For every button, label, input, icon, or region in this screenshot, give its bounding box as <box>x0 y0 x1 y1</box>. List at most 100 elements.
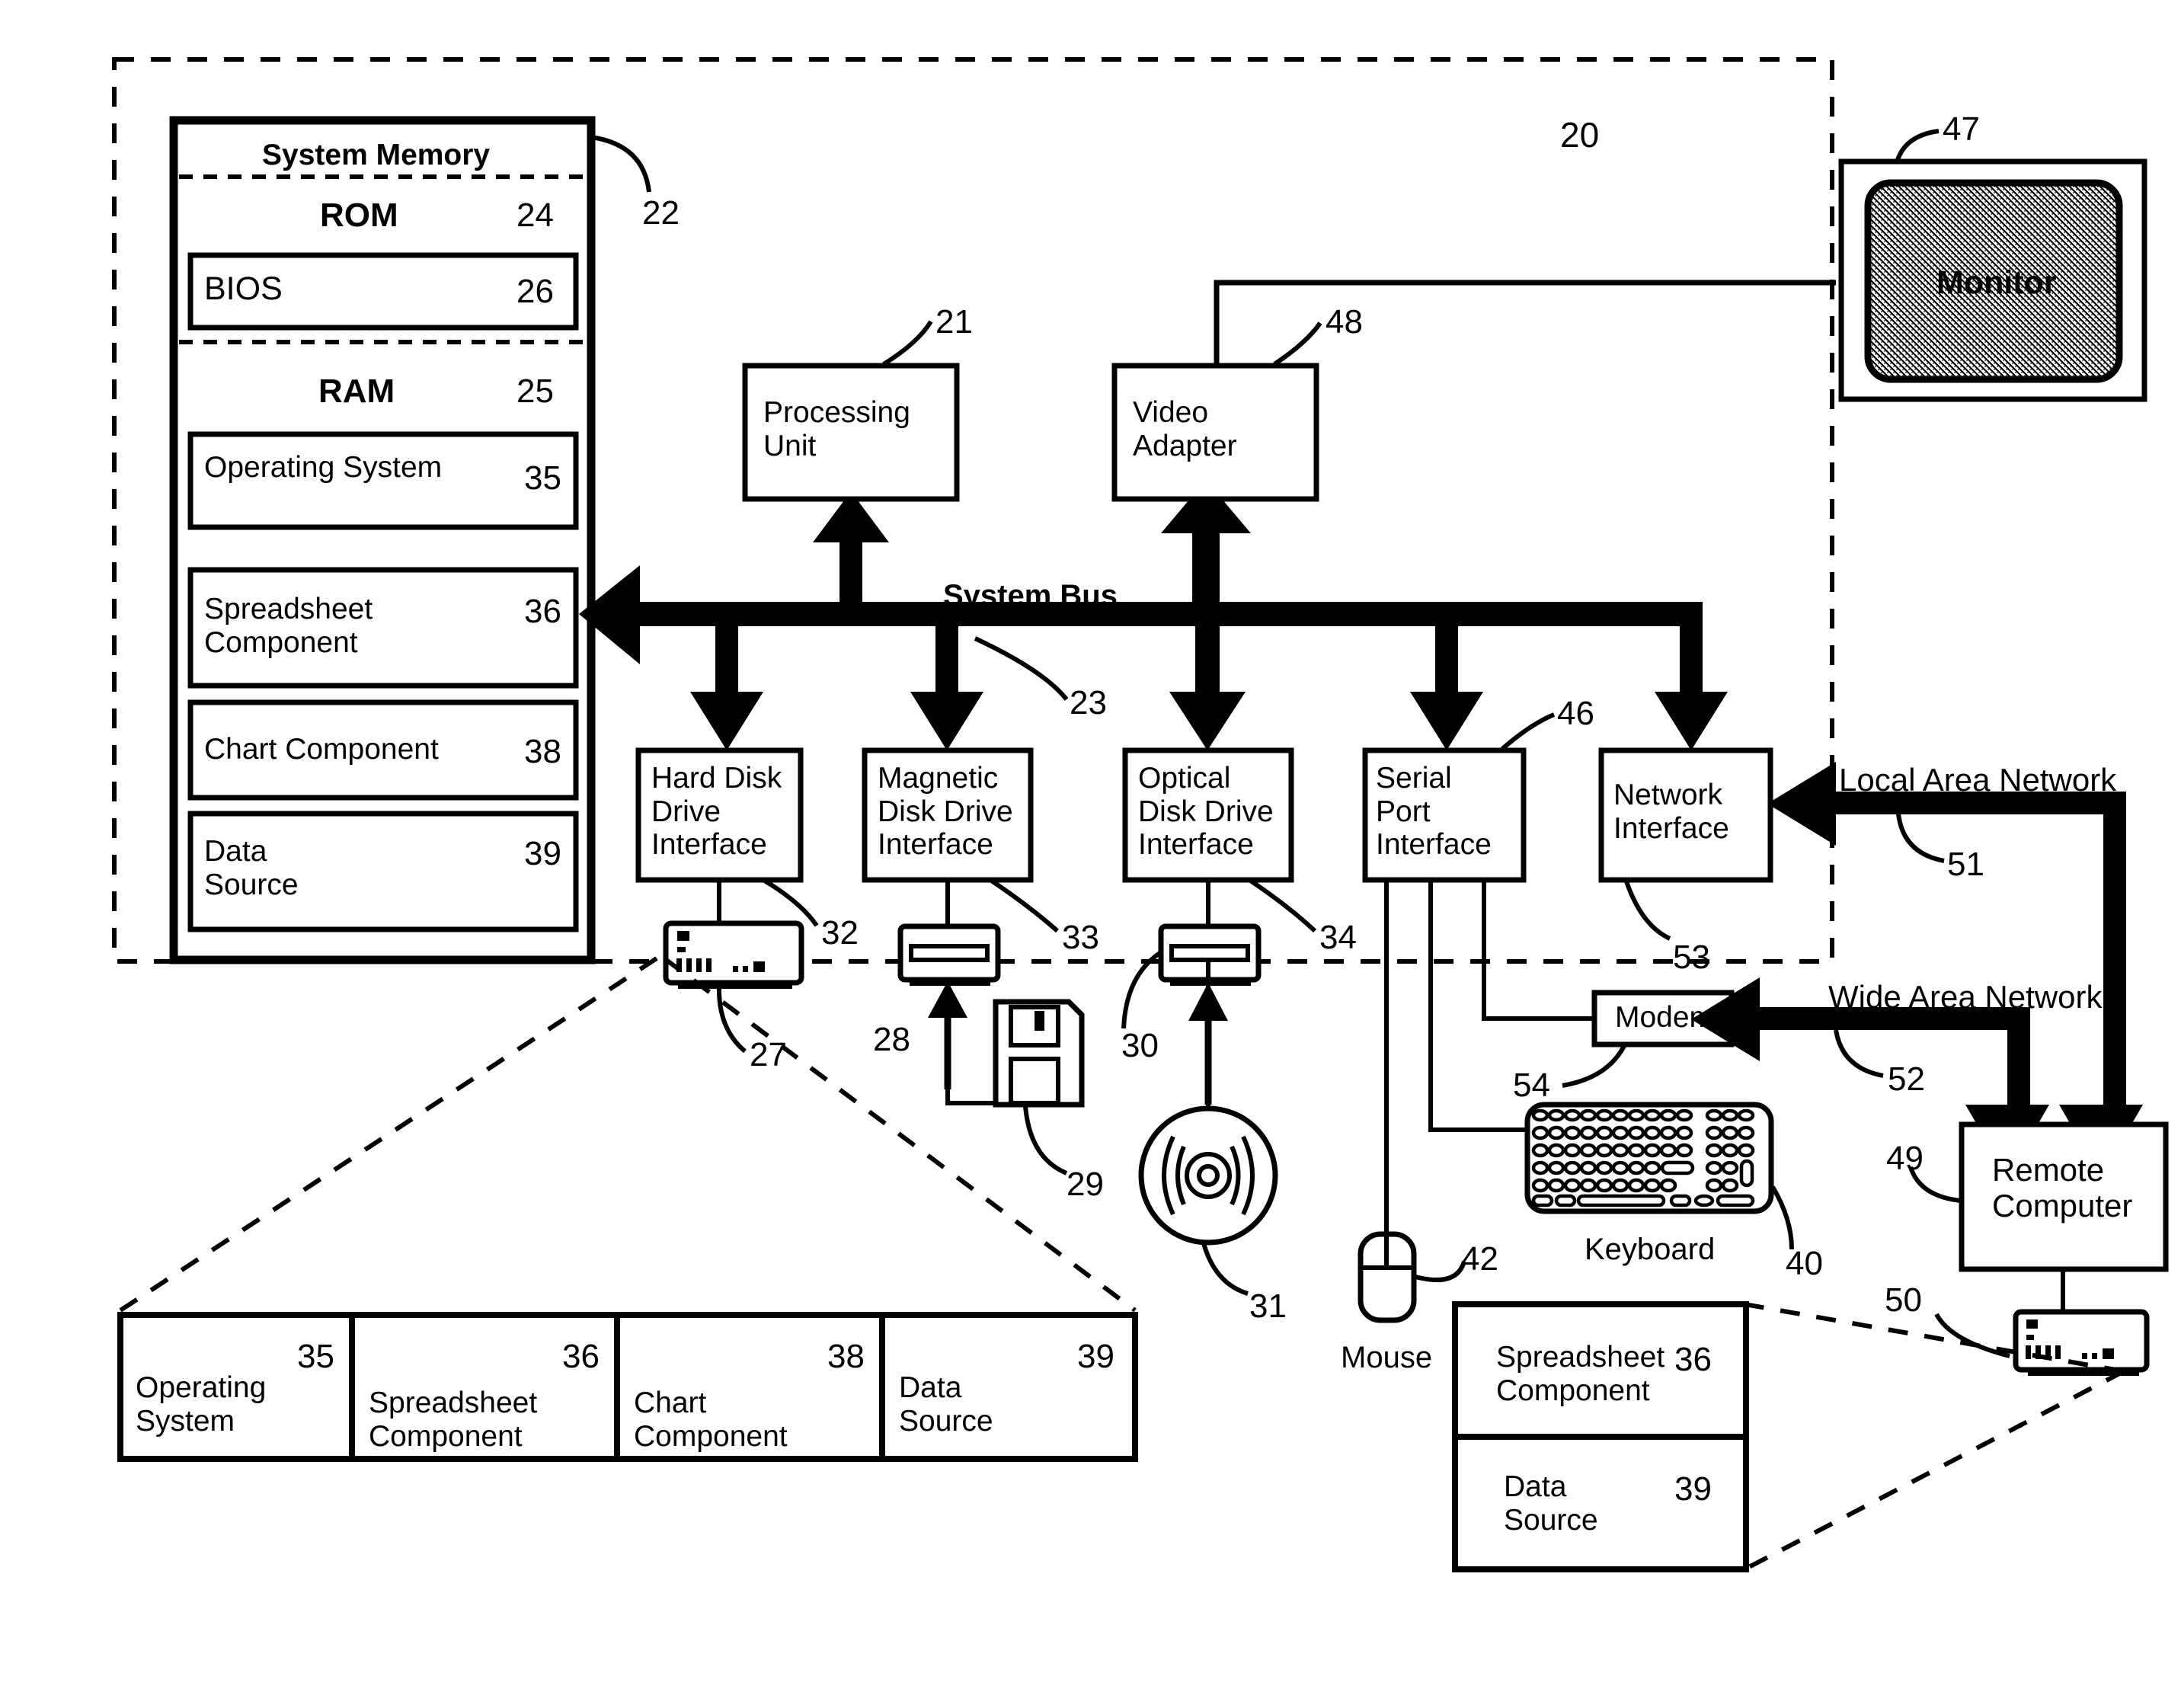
leader-31 <box>1201 1243 1249 1296</box>
remote-content-spreadsheet-label: Spreadsheet Component <box>1496 1341 1665 1407</box>
bus-stub-cpu <box>839 533 862 609</box>
ref-51: 51 <box>1947 846 1984 883</box>
remote-content-datasource-label: Data Source <box>1504 1470 1598 1537</box>
odd-slot <box>1169 944 1250 962</box>
serial-port-interface-label: Serial Port Interface <box>1376 762 1492 862</box>
hdd-led-b <box>677 947 686 952</box>
bus-arrow-odd <box>1169 692 1246 750</box>
leader-47 <box>1895 129 1940 163</box>
hdd-expand-line-left <box>119 956 658 1313</box>
hdd-content-os-ref: 35 <box>297 1338 334 1375</box>
mdd-slot <box>909 944 990 962</box>
ref-42: 42 <box>1461 1240 1498 1278</box>
ref-28: 28 <box>873 1021 910 1058</box>
remote-computer-label: Remote Computer <box>1992 1152 2133 1224</box>
hdd-content-spreadsheet-label: Spreadsheet Component <box>369 1387 538 1453</box>
ram-item-chart-ref: 38 <box>524 733 561 770</box>
leader-21 <box>882 320 933 366</box>
bus-stub-hdd <box>715 619 738 699</box>
ref-47: 47 <box>1943 110 1980 148</box>
hdd-content-spreadsheet-ref: 36 <box>562 1338 600 1375</box>
lan-arrowhead <box>1767 762 1836 846</box>
leader-53 <box>1624 881 1671 941</box>
ref-52: 52 <box>1888 1060 1925 1098</box>
floppy-wire <box>945 1089 996 1105</box>
diagram-vector-layer <box>112 57 2169 1572</box>
ref-40: 40 <box>1786 1245 1823 1282</box>
leader-22 <box>590 135 651 193</box>
ref-22: 22 <box>642 194 680 232</box>
ref-33: 33 <box>1062 919 1099 956</box>
modem-label: Modem <box>1615 1001 1715 1034</box>
hdd-content-chart-ref: 38 <box>827 1338 865 1375</box>
remote-content-spreadsheet-ref: 36 <box>1674 1341 1712 1378</box>
video-monitor-wire <box>1214 280 1836 366</box>
system-bus-bar <box>640 602 1703 626</box>
leader-54 <box>1562 1044 1626 1088</box>
bus-arrow-mdd <box>910 692 983 750</box>
remote-drive-led-b <box>2026 1335 2034 1340</box>
hdd-content-os-label: Operating System <box>136 1371 267 1438</box>
ref-29: 29 <box>1067 1166 1104 1203</box>
bus-arrow-hdd <box>690 692 763 750</box>
ref-21: 21 <box>935 303 973 341</box>
ram-item-datasource-ref: 39 <box>524 835 561 872</box>
leader-23 <box>974 636 1069 701</box>
remote-expand-line-bottom <box>1743 1369 2125 1572</box>
ref-31: 31 <box>1249 1287 1287 1325</box>
bios-ref: 26 <box>516 273 554 310</box>
leader-27 <box>716 984 747 1054</box>
keyboard-label: Keyboard <box>1585 1233 1716 1266</box>
bus-arrow-network <box>1655 692 1728 750</box>
hdd-led-a <box>677 931 689 941</box>
ram-item-spreadsheet-label: Spreadsheet Component <box>204 593 373 659</box>
floppy-hub <box>1035 1011 1044 1031</box>
floppy-insert-arrow <box>928 981 967 1018</box>
ref-34: 34 <box>1319 919 1357 956</box>
monitor-label: Monitor <box>1936 264 2057 301</box>
video-adapter-label: Video Adapter <box>1133 396 1237 462</box>
ref-48: 48 <box>1326 303 1363 341</box>
leader-29 <box>1023 1105 1068 1175</box>
leader-34 <box>1248 878 1317 933</box>
floppy-label <box>1009 1057 1060 1105</box>
system-bus-label: System Bus <box>943 579 1118 613</box>
leader-33 <box>989 878 1059 933</box>
ref-23: 23 <box>1070 684 1107 721</box>
serial-modem-wire <box>1482 880 1594 1021</box>
bios-label: BIOS <box>204 270 283 307</box>
ref-32: 32 <box>821 914 859 952</box>
hdd-content-datasource-label: Data Source <box>899 1371 993 1438</box>
remote-drive-led-a <box>2026 1319 2038 1329</box>
bus-stub-serial <box>1435 619 1458 699</box>
lan-label: Local Area Network <box>1839 762 2117 798</box>
ram-item-chart-label: Chart Component <box>204 733 439 766</box>
bus-arrow-serial <box>1410 692 1483 750</box>
ram-item-spreadsheet-ref: 36 <box>524 593 561 630</box>
ref-30: 30 <box>1121 1027 1159 1064</box>
hdd-content-chart-label: Chart Component <box>634 1387 788 1453</box>
leader-46 <box>1501 712 1556 751</box>
ref-53: 53 <box>1673 939 1710 976</box>
leader-32 <box>762 878 819 927</box>
ram-item-os-ref: 35 <box>524 459 561 497</box>
hard-disk-drive-interface-label: Hard Disk Drive Interface <box>651 762 782 862</box>
disc-hole <box>1197 1164 1220 1187</box>
leader-52 <box>1834 1029 1884 1078</box>
leader-42 <box>1415 1260 1466 1283</box>
bus-stub-odd <box>1195 619 1220 699</box>
ref-50: 50 <box>1885 1281 1922 1319</box>
ram-ref: 25 <box>516 373 554 410</box>
bus-stub-mdd <box>935 619 958 699</box>
optical-disk-drive-interface-label: Optical Disk Drive Interface <box>1138 762 1274 862</box>
ref-49: 49 <box>1886 1140 1924 1177</box>
ref-54: 54 <box>1513 1067 1550 1104</box>
network-interface-label: Network Interface <box>1613 779 1729 845</box>
bus-stub-network <box>1680 619 1703 699</box>
wan-label: Wide Area Network <box>1828 979 2103 1015</box>
ref-46: 46 <box>1557 695 1594 732</box>
mouse-label: Mouse <box>1341 1341 1433 1374</box>
ram-label: RAM <box>318 373 395 410</box>
patent-figure-canvas: 20 System Memory 22 ROM 24 BIOS 26 RAM 2… <box>0 0 2181 1708</box>
processing-unit-label: Processing Unit <box>763 396 910 462</box>
